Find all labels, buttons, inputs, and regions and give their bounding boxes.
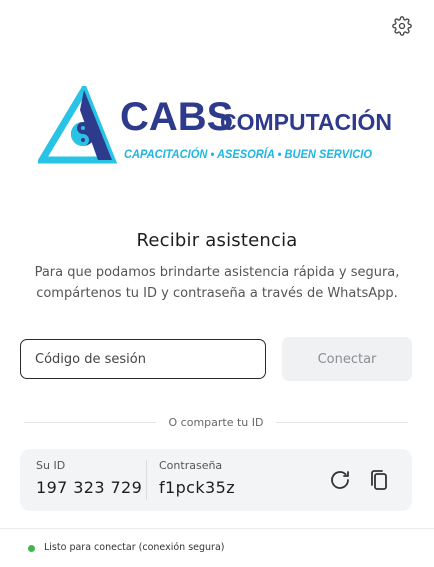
share-divider-text: O comparte tu ID (168, 416, 264, 429)
id-card-separator (146, 460, 147, 500)
id-card: Su ID 197 323 729 Contraseña f1pck35z (20, 449, 412, 511)
company-logo: CABS COMPUTACIÓN CAPACITACIÓN • ASESORÍA… (38, 86, 392, 164)
refresh-icon[interactable] (328, 468, 352, 492)
copy-icon[interactable] (367, 468, 391, 492)
divider-right (276, 422, 408, 423)
status-text: Listo para conectar (conexión segura) (44, 542, 225, 553)
password-label: Contraseña (159, 459, 223, 472)
logo-tagline: CAPACITACIÓN • ASESORÍA • BUEN SERVICIO (124, 146, 373, 161)
logo-brand-suffix: COMPUTACIÓN (220, 108, 392, 135)
divider-left (24, 422, 156, 423)
session-code-input[interactable] (20, 339, 266, 379)
password-column: Contraseña f1pck35z (159, 459, 235, 497)
page-title: Recibir asistencia (136, 230, 298, 251)
footer-divider (0, 528, 434, 529)
status-indicator-icon (28, 545, 35, 552)
id-column: Su ID 197 323 729 (36, 459, 142, 497)
id-label: Su ID (36, 459, 66, 472)
connect-button[interactable]: Conectar (282, 337, 412, 381)
triangle-yin-yang-icon (38, 86, 118, 164)
gear-icon[interactable] (392, 16, 412, 36)
page-description: Para que podamos brindarte asistencia rá… (34, 265, 400, 301)
id-value: 197 323 729 (36, 478, 143, 497)
logo-brand: CABS (120, 95, 233, 139)
password-value: f1pck35z (159, 478, 235, 497)
